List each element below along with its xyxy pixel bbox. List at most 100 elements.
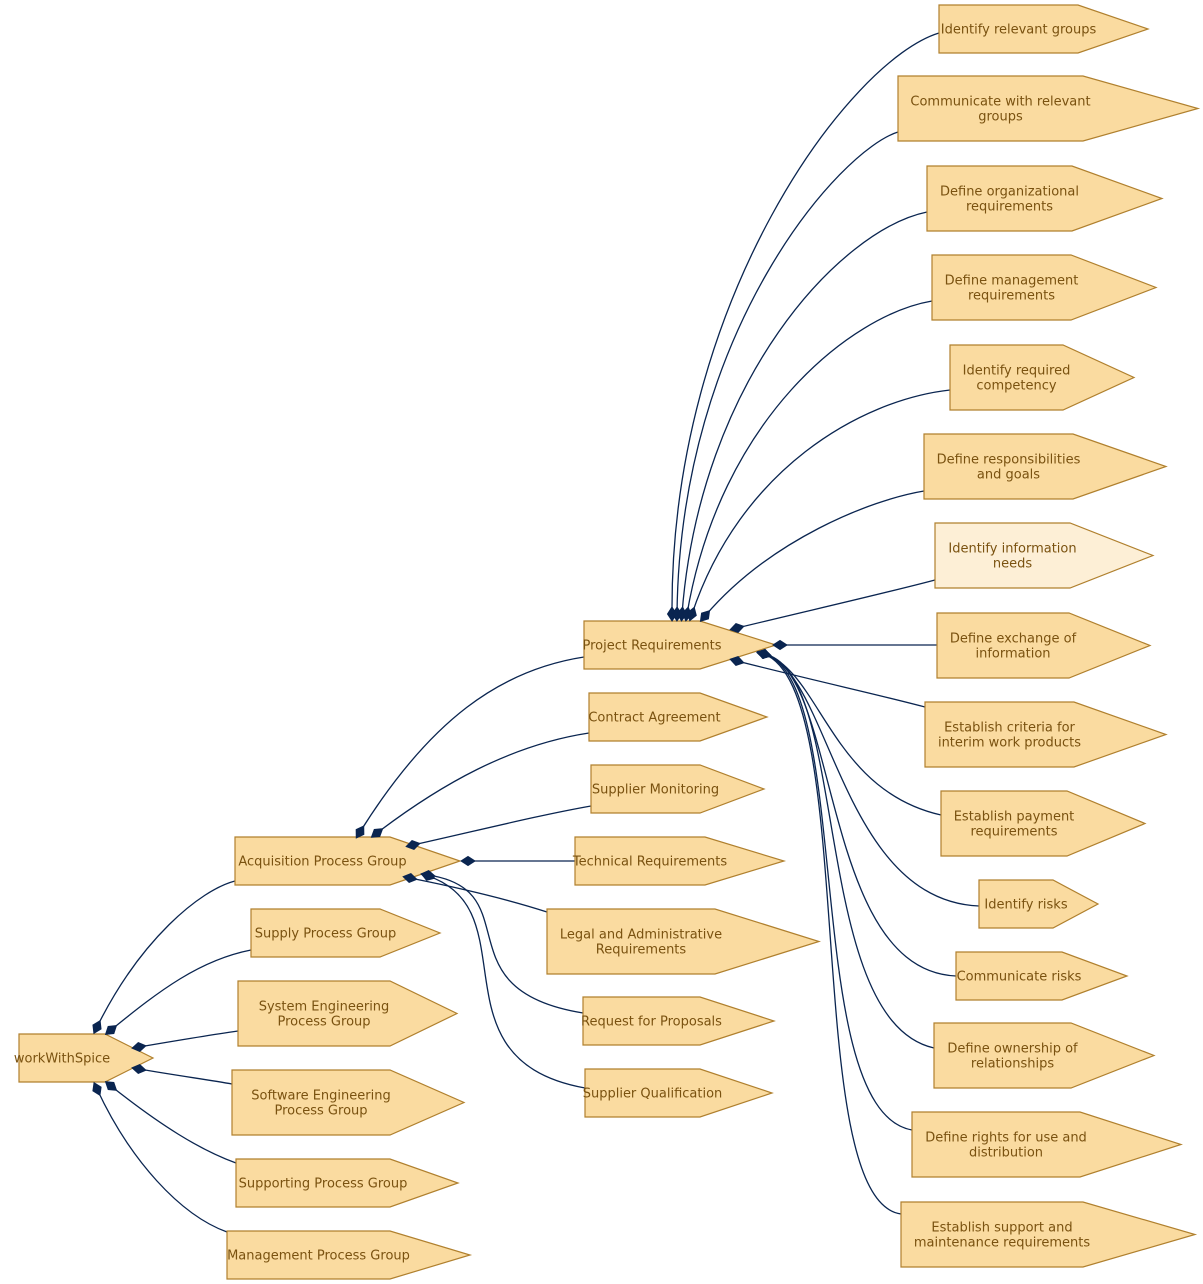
composition-diamond-icon [699, 609, 711, 623]
node-p9[interactable]: Establish criteria forinterim work produ… [924, 701, 1168, 768]
node-p14[interactable]: Define rights for use anddistribution [911, 1111, 1183, 1178]
node-label: Communicate risks [957, 970, 1082, 985]
edge-projreq-p14 [763, 653, 913, 1131]
composition-diamond-icon [92, 1019, 102, 1035]
node-p2[interactable]: Communicate with relevantgroups [897, 75, 1201, 142]
node-sweng[interactable]: Software EngineeringProcess Group [231, 1069, 466, 1136]
node-label: Identify information [948, 542, 1076, 557]
node-p4[interactable]: Define managementrequirements [931, 254, 1158, 321]
node-p15[interactable]: Establish support andmaintenance require… [900, 1201, 1198, 1268]
node-label: Establish payment [954, 810, 1075, 825]
edge-acq-legal [409, 877, 548, 913]
node-label: maintenance requirements [914, 1236, 1091, 1251]
node-root[interactable]: workWithSpice [14, 1033, 155, 1083]
node-label: interim work products [938, 736, 1081, 751]
node-label: Establish criteria for [944, 721, 1075, 736]
node-supporting[interactable]: Supporting Process Group [235, 1158, 460, 1208]
edge-acq-contract [376, 732, 590, 834]
node-label: Contract Agreement [588, 711, 720, 726]
composition-diamond-icon [104, 1081, 118, 1091]
node-label: requirements [966, 200, 1053, 215]
edge-root-syseng [138, 1030, 239, 1048]
node-label: Communicate with relevant [910, 95, 1090, 110]
node-label: Process Group [277, 1015, 370, 1030]
composition-diamond-icon [92, 1081, 102, 1097]
node-label: Request for Proposals [581, 1015, 722, 1030]
composition-diamond-icon [104, 1024, 118, 1036]
node-label: competency [976, 379, 1056, 394]
edge-projreq-p6 [704, 490, 925, 617]
node-p3[interactable]: Define organizationalrequirements [926, 165, 1164, 232]
nodes-layer: workWithSpice Acquisition Process Group Su… [14, 4, 1201, 1280]
node-label: Supporting Process Group [239, 1177, 408, 1192]
node-label: requirements [971, 825, 1058, 840]
node-p1[interactable]: Identify relevant groups [938, 4, 1150, 54]
edge-projreq-p13 [763, 653, 935, 1049]
composition-diagram: workWithSpice Acquisition Process Group Su… [14, 4, 1201, 1280]
node-label: Define rights for use and [925, 1131, 1087, 1146]
edge-root-mgmt [96, 1088, 228, 1233]
node-label: information [975, 647, 1050, 662]
node-label: Supplier Monitoring [592, 783, 719, 798]
node-p10[interactable]: Establish paymentrequirements [940, 790, 1147, 857]
composition-diamond-icon [460, 855, 476, 867]
edge-acq-supqual [427, 875, 586, 1089]
composition-diamond-icon [420, 871, 436, 881]
node-supmon[interactable]: Supplier Monitoring [590, 764, 766, 814]
composition-diamond-icon [756, 649, 772, 659]
node-p7[interactable]: Identify informationneeds [934, 522, 1155, 589]
node-rfp[interactable]: Request for Proposals [581, 996, 776, 1046]
node-label: workWithSpice [14, 1052, 110, 1067]
node-p12[interactable]: Communicate risks [955, 951, 1129, 1001]
node-projreq[interactable]: Project Requirements [583, 620, 778, 670]
edge-root-supporting [110, 1085, 237, 1164]
edge-acq-supmon [412, 805, 592, 846]
node-label: Supplier Qualification [583, 1087, 723, 1102]
node-label: requirements [968, 289, 1055, 304]
node-label: Software Engineering [251, 1089, 390, 1104]
node-p5[interactable]: Identify requiredcompetency [949, 344, 1136, 411]
node-label: Requirements [596, 943, 687, 958]
node-supply[interactable]: Supply Process Group [250, 908, 442, 958]
node-label: Define organizational [940, 185, 1079, 200]
node-p6[interactable]: Define responsibilitiesand goals [923, 433, 1168, 500]
node-supqual[interactable]: Supplier Qualification [583, 1068, 774, 1118]
node-label: Identify required [963, 364, 1071, 379]
node-techreq[interactable]: Technical Requirements [572, 836, 787, 886]
node-label: Management Process Group [227, 1249, 410, 1264]
edge-projreq-p7 [736, 579, 936, 629]
node-syseng[interactable]: System EngineeringProcess Group [237, 980, 459, 1047]
edge-root-sweng [138, 1068, 233, 1085]
node-p8[interactable]: Define exchange ofinformation [936, 612, 1152, 679]
node-p13[interactable]: Define ownership ofrelationships [933, 1022, 1156, 1089]
node-label: Technical Requirements [572, 855, 727, 870]
node-contract[interactable]: Contract Agreement [588, 692, 769, 742]
composition-diamond-icon [772, 639, 788, 651]
node-mgmt[interactable]: Management Process Group [226, 1230, 473, 1280]
node-label: Define exchange of [950, 632, 1077, 647]
edge-projreq-p9 [736, 660, 926, 708]
node-label: Legal and Administrative [560, 928, 722, 943]
node-label: Project Requirements [583, 639, 722, 654]
node-label: System Engineering [259, 1000, 390, 1015]
node-legal[interactable]: Legal and AdministrativeRequirements [546, 908, 822, 975]
node-label: Process Group [274, 1104, 367, 1119]
node-label: groups [978, 110, 1023, 125]
node-label: Define responsibilities [937, 453, 1081, 468]
edge-root-supply [110, 949, 252, 1031]
node-label: distribution [969, 1146, 1043, 1161]
node-label: Establish support and [931, 1221, 1072, 1236]
node-label: Identify risks [984, 898, 1067, 913]
node-label: needs [993, 557, 1032, 572]
node-label: Supply Process Group [255, 927, 396, 942]
node-label: Acquisition Process Group [238, 855, 406, 870]
node-label: relationships [971, 1057, 1054, 1072]
composition-diamond-icon [355, 825, 365, 839]
edges-layer [96, 32, 980, 1233]
node-label: Define ownership of [947, 1042, 1078, 1057]
edge-projreq-p5 [691, 389, 951, 615]
edge-acq-projreq [359, 656, 585, 833]
node-label: Define management [945, 274, 1079, 289]
node-p11[interactable]: Identify risks [978, 879, 1100, 929]
node-label: and goals [977, 468, 1040, 483]
